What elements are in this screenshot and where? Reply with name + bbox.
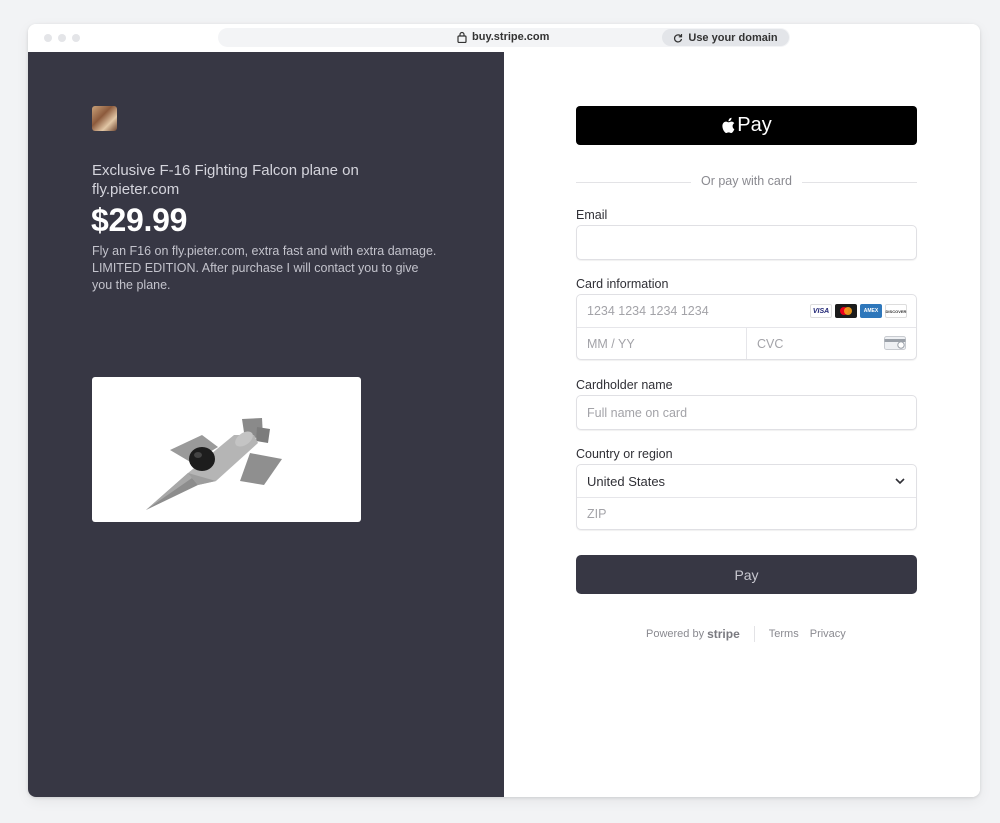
product-image (92, 377, 361, 522)
url-display: buy.stripe.com (457, 31, 549, 43)
lock-icon (457, 31, 467, 43)
payment-panel: Pay Or pay with card Email Card informat… (504, 52, 980, 797)
f16-plane-illustration (146, 418, 282, 510)
amex-icon: AMEX (860, 304, 882, 318)
product-description: Fly an F16 on fly.pieter.com, extra fast… (92, 244, 437, 292)
divider-text: Or pay with card (700, 174, 792, 188)
footer: Powered by stripe Terms Privacy (646, 626, 857, 642)
product-price: $29.99 (91, 202, 188, 238)
pay-button-label: Pay (734, 566, 759, 583)
email-field[interactable] (576, 225, 917, 260)
product-summary-panel: Exclusive F-16 Fighting Falcon plane on … (28, 52, 504, 797)
discover-icon: DISCOVER (885, 304, 907, 318)
expiry-placeholder: MM / YY (587, 337, 635, 351)
minimize-window-dot[interactable] (58, 34, 66, 42)
browser-toolbar: buy.stripe.com Use your domain (28, 24, 980, 52)
visa-icon: VISA (810, 304, 832, 318)
divider-line-right (802, 182, 917, 183)
use-your-domain-button[interactable]: Use your domain (662, 29, 789, 46)
powered-by-text: Powered by (646, 628, 705, 640)
cvc-placeholder: CVC (757, 337, 784, 351)
address-bar[interactable]: buy.stripe.com Use your domain (218, 28, 790, 47)
window-controls (44, 34, 80, 42)
footer-separator (753, 626, 755, 642)
privacy-link[interactable]: Privacy (810, 628, 846, 640)
email-label: Email (576, 208, 608, 222)
country-value: United States (587, 474, 666, 489)
card-information-group: 1234 1234 1234 1234 VISA AMEX DISCOVER M… (576, 294, 917, 360)
merchant-logo (92, 106, 117, 131)
cardholder-name-field[interactable]: Full name on card (576, 395, 917, 430)
pay-button[interactable]: Pay (576, 555, 917, 594)
product-name: Exclusive F-16 Fighting Falcon plane on … (92, 162, 359, 198)
stripe-logo[interactable]: stripe (707, 627, 740, 641)
mastercard-icon (835, 304, 857, 318)
or-pay-with-card-divider: Or pay with card (576, 174, 917, 190)
card-number-field[interactable]: 1234 1234 1234 1234 VISA AMEX DISCOVER (577, 295, 916, 327)
refresh-icon (674, 33, 683, 42)
apple-pay-button[interactable]: Pay (576, 106, 917, 145)
apple-logo-icon (722, 117, 735, 133)
card-brand-icons: VISA AMEX DISCOVER (810, 304, 907, 318)
apple-pay-label: Pay (737, 114, 772, 136)
country-select[interactable]: United States (577, 465, 916, 497)
zip-field[interactable]: ZIP (577, 498, 916, 529)
chevron-down-icon (895, 478, 905, 485)
cardholder-name-placeholder: Full name on card (587, 406, 688, 420)
country-label: Country or region (576, 447, 673, 461)
cardholder-name-label: Cardholder name (576, 378, 673, 392)
card-number-placeholder: 1234 1234 1234 1234 (587, 304, 709, 318)
url-text: buy.stripe.com (472, 31, 550, 43)
close-window-dot[interactable] (44, 34, 52, 42)
card-information-label: Card information (576, 277, 669, 291)
expiry-field[interactable]: MM / YY (577, 328, 746, 359)
cvc-field[interactable]: CVC (747, 328, 916, 359)
zip-placeholder: ZIP (587, 507, 607, 521)
use-your-domain-label: Use your domain (688, 31, 778, 44)
browser-window: buy.stripe.com Use your domain Exclusive… (28, 24, 980, 797)
cvc-card-icon (884, 336, 906, 350)
terms-link[interactable]: Terms (769, 628, 799, 640)
maximize-window-dot[interactable] (72, 34, 80, 42)
country-region-group: United States ZIP (576, 464, 917, 530)
